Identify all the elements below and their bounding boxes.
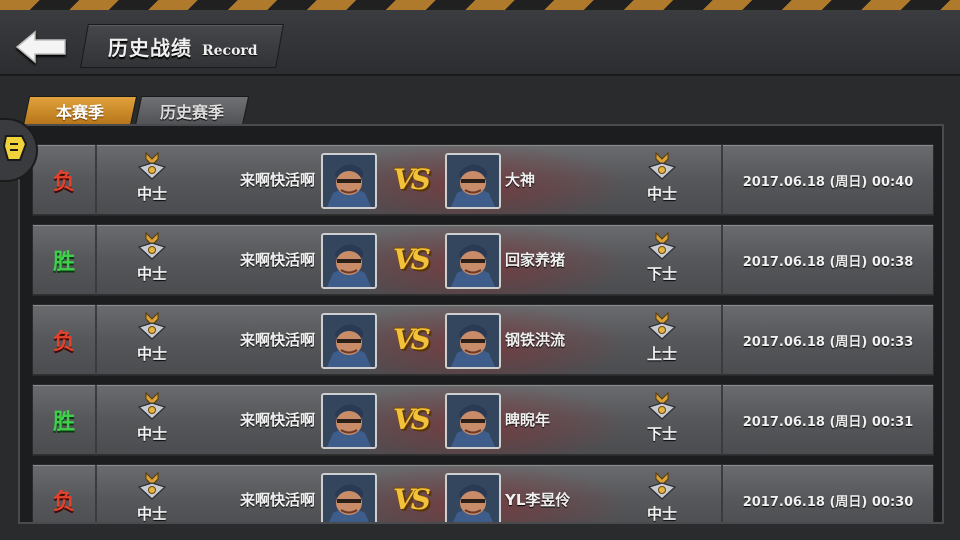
opponent-avatar[interactable] (445, 473, 501, 522)
opponent-rank-label: 上士 (646, 345, 677, 363)
rank-medal-icon (137, 391, 167, 420)
soldier-portrait-icon (323, 235, 375, 287)
player-name: 来啊快活啊 (239, 171, 315, 189)
opponent-name: YL李昱伶 (505, 491, 571, 509)
record-row[interactable]: 胜 中士 来啊快活啊 VS (32, 224, 934, 296)
match-result: 胜 (33, 385, 97, 455)
match-result: 负 (33, 465, 97, 522)
opponent-rank: 上士 (637, 311, 687, 371)
record-row[interactable]: 胜 中士 来啊快活啊 VS (32, 384, 934, 456)
opponent-avatar[interactable] (445, 393, 501, 449)
player-rank: 中士 (127, 231, 177, 291)
match-result: 负 (33, 305, 97, 375)
record-row[interactable]: 负 中士 来啊快活啊 VS (32, 304, 934, 376)
opponent-rank-label: 中士 (646, 185, 677, 203)
player-rank: 中士 (127, 391, 177, 451)
match-time: 2017.06.18 (周日) 00:33 (721, 305, 933, 375)
player-name: 来啊快活啊 (239, 491, 315, 509)
match-time: 2017.06.18 (周日) 00:40 (721, 145, 933, 215)
opponent-rank: 中士 (637, 151, 687, 211)
page-title-en: Record (202, 43, 258, 59)
opponent-rank: 中士 (637, 471, 687, 523)
page-title-cn: 历史战绩 (108, 36, 192, 60)
rank-medal-icon (137, 151, 167, 180)
back-arrow-icon (15, 30, 66, 64)
opponent-name: 睥睨年 (505, 411, 551, 429)
player-rank-label: 中士 (136, 505, 167, 523)
versus-label: VS (393, 323, 431, 356)
rank-medal-icon (647, 391, 677, 420)
versus-label: VS (393, 163, 431, 196)
soldier-portrait-icon (447, 235, 499, 287)
rank-medal-icon (647, 231, 677, 260)
tab-past-seasons-label: 历史赛季 (159, 103, 224, 122)
opponent-name: 大神 (505, 171, 536, 189)
match-result: 负 (33, 145, 97, 215)
opponent-name: 钢铁洪流 (505, 331, 566, 349)
versus-label: VS (393, 483, 431, 516)
opponent-rank-label: 中士 (646, 505, 677, 523)
player-name: 来啊快活啊 (239, 251, 315, 269)
player-name: 来啊快活啊 (239, 331, 315, 349)
match-time: 2017.06.18 (周日) 00:30 (721, 465, 933, 522)
tab-current-season[interactable]: 本赛季 (22, 96, 138, 126)
opponent-avatar[interactable] (445, 233, 501, 289)
player-name: 来啊快活啊 (239, 411, 315, 429)
record-row[interactable]: 负 中士 来啊快活啊 VS (32, 464, 934, 523)
opponent-rank: 下士 (637, 231, 687, 291)
player-avatar[interactable] (321, 393, 377, 449)
tab-past-seasons[interactable]: 历史赛季 (134, 96, 250, 126)
rank-medal-icon (647, 311, 677, 340)
page-title: 历史战绩 Record (108, 32, 258, 61)
player-rank: 中士 (127, 311, 177, 371)
player-rank-label: 中士 (136, 345, 167, 363)
record-row[interactable]: 负 中士 来啊快活啊 VS (32, 144, 934, 216)
opponent-rank: 下士 (637, 391, 687, 451)
player-rank: 中士 (127, 471, 177, 523)
rank-medal-icon (137, 231, 167, 260)
opponent-avatar[interactable] (445, 313, 501, 369)
player-rank-label: 中士 (136, 425, 167, 443)
soldier-portrait-icon (447, 155, 499, 207)
opponent-rank-label: 下士 (646, 265, 677, 283)
opponent-avatar[interactable] (445, 153, 501, 209)
rank-medal-icon (137, 471, 167, 500)
soldier-portrait-icon (323, 475, 375, 522)
soldier-portrait-icon (447, 395, 499, 447)
match-time: 2017.06.18 (周日) 00:31 (721, 385, 933, 455)
record-list: 负 中士 来啊快活啊 VS 大神 中士 2017.06.18 (周日) 00:4… (32, 144, 934, 523)
back-button[interactable] (12, 26, 72, 68)
match-time: 2017.06.18 (周日) 00:38 (721, 225, 933, 295)
player-rank: 中士 (127, 151, 177, 211)
player-rank-label: 中士 (136, 185, 167, 203)
rank-medal-icon (647, 471, 677, 500)
player-avatar[interactable] (321, 473, 377, 522)
soldier-portrait-icon (323, 395, 375, 447)
record-list-panel[interactable]: 负 中士 来啊快活啊 VS 大神 中士 2017.06.18 (周日) 00:4… (18, 124, 944, 524)
player-avatar[interactable] (321, 153, 377, 209)
opponent-name: 回家养猪 (505, 251, 566, 269)
rank-medal-icon (137, 311, 167, 340)
soldier-portrait-icon (323, 315, 375, 367)
versus-label: VS (393, 243, 431, 276)
tab-current-season-label: 本赛季 (55, 103, 104, 122)
soldier-portrait-icon (447, 475, 499, 522)
match-result: 胜 (33, 225, 97, 295)
player-rank-label: 中士 (136, 265, 167, 283)
opponent-rank-label: 下士 (646, 425, 677, 443)
soldier-portrait-icon (447, 315, 499, 367)
emblem-icon (2, 135, 28, 161)
player-avatar[interactable] (321, 233, 377, 289)
player-avatar[interactable] (321, 313, 377, 369)
soldier-portrait-icon (323, 155, 375, 207)
rank-medal-icon (647, 151, 677, 180)
versus-label: VS (393, 403, 431, 436)
